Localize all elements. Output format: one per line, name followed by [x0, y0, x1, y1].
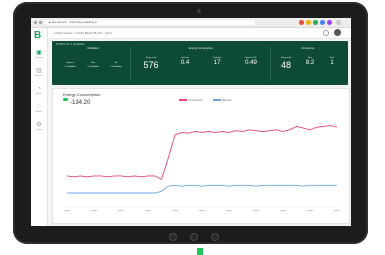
panel-title: TODAY AT A GLANCE — [56, 43, 85, 46]
x-tick — [226, 210, 232, 212]
x-tick — [145, 210, 151, 212]
status-badge — [63, 98, 68, 101]
occupancy-peak-cell: Peak 1 — [329, 57, 335, 66]
energy-average-cell: Avg last 24h 0.49 — [245, 57, 257, 66]
camera-icon — [197, 9, 201, 13]
series-line-consumption — [66, 125, 338, 181]
x-tick — [334, 210, 340, 212]
energy-yesterday-cell: Yesterday 17 — [212, 57, 222, 66]
profile-icon[interactable] — [336, 20, 341, 25]
ventilation-cell: Air T. Ventilation — [110, 62, 122, 68]
x-tick — [199, 210, 205, 212]
avatar[interactable] — [334, 29, 341, 36]
energy-today-cell: Today so far 576 — [143, 57, 159, 70]
group-title: Ventilation — [87, 47, 99, 50]
tablet-screen: ▲ Not Secure · https://app.loading.io B … — [31, 18, 351, 226]
summary-panel: TODAY AT A GLANCE Ventilation Setpoint T.… — [52, 41, 348, 85]
extension-icon[interactable] — [313, 20, 318, 25]
group-title: Energy Consumption — [188, 47, 214, 50]
occupancy-today-cell: Today so far 48 — [280, 57, 292, 70]
sidebar-item-assets[interactable]: ◌ Assets — [34, 104, 44, 114]
sidebar-item-alerts[interactable]: ◔ Alerts — [34, 86, 44, 96]
refresh-icon[interactable] — [323, 30, 329, 36]
x-tick — [172, 210, 178, 212]
address-bar[interactable]: ▲ Not Secure · https://app.loading.io — [45, 20, 255, 25]
legend-baseline[interactable]: Baseline — [213, 99, 232, 102]
energy-group: Energy Consumption Today so far 576 Last … — [132, 47, 271, 81]
occupancy-group: Occupancy Today so far 48 Now 8.2 Peak 1 — [272, 47, 344, 81]
sidebar-item-overview[interactable]: ▣ Overview — [34, 50, 44, 60]
extension-icon[interactable] — [299, 20, 304, 25]
top-bar: Lobby Cluster > Lobby Block 28-174 · Flo… — [48, 28, 351, 39]
energy-chart-card: Energy Consumption -134.20 Consumption B… — [52, 88, 350, 224]
breadcrumb[interactable]: Lobby Cluster > Lobby Block 28-174 · Flo… — [54, 31, 112, 35]
x-tick — [91, 210, 97, 212]
group-title: Occupancy — [301, 47, 315, 50]
extension-icon[interactable] — [327, 20, 332, 25]
x-tick — [253, 210, 259, 212]
sidebar: B ▣ Overview ▥ Analytics ◔ Alerts ◌ Assets ⚙… — [31, 28, 48, 226]
extension-icon[interactable] — [320, 20, 325, 25]
ventilation-group: Ventilation Setpoint T. Ventilation Zone T… — [56, 47, 131, 81]
ventilation-cell: Setpoint T. Ventilation — [64, 62, 76, 68]
x-tick — [118, 210, 124, 212]
x-tick — [307, 210, 313, 212]
green-indicator — [197, 248, 203, 255]
sidebar-item-settings[interactable]: ⚙ Settings — [34, 122, 44, 132]
energy-last-hour-cell: Last hour 0.4 — [180, 57, 190, 66]
series-line-baseline — [67, 184, 337, 194]
energy-line-chart — [64, 125, 340, 212]
x-tick — [64, 210, 70, 212]
hardware-button-left — [169, 233, 177, 241]
chart-title: Energy Consumption — [63, 92, 101, 97]
hardware-button-right — [211, 233, 219, 241]
back-icon[interactable] — [34, 21, 37, 24]
app-logo[interactable]: B — [34, 31, 44, 41]
chart-value: -134.20 — [70, 100, 91, 106]
occupancy-now-cell: Now 8.2 — [305, 57, 315, 66]
hardware-button-center — [190, 233, 198, 241]
x-tick — [280, 210, 286, 212]
ventilation-cell: Zone T. Ventilation — [87, 62, 99, 68]
sidebar-item-analytics[interactable]: ▥ Analytics — [34, 68, 44, 78]
extension-icon[interactable] — [306, 20, 311, 25]
legend-consumption[interactable]: Consumption — [179, 99, 203, 102]
forward-icon[interactable] — [39, 21, 42, 24]
browser-toolbar: ▲ Not Secure · https://app.loading.io — [31, 18, 351, 28]
